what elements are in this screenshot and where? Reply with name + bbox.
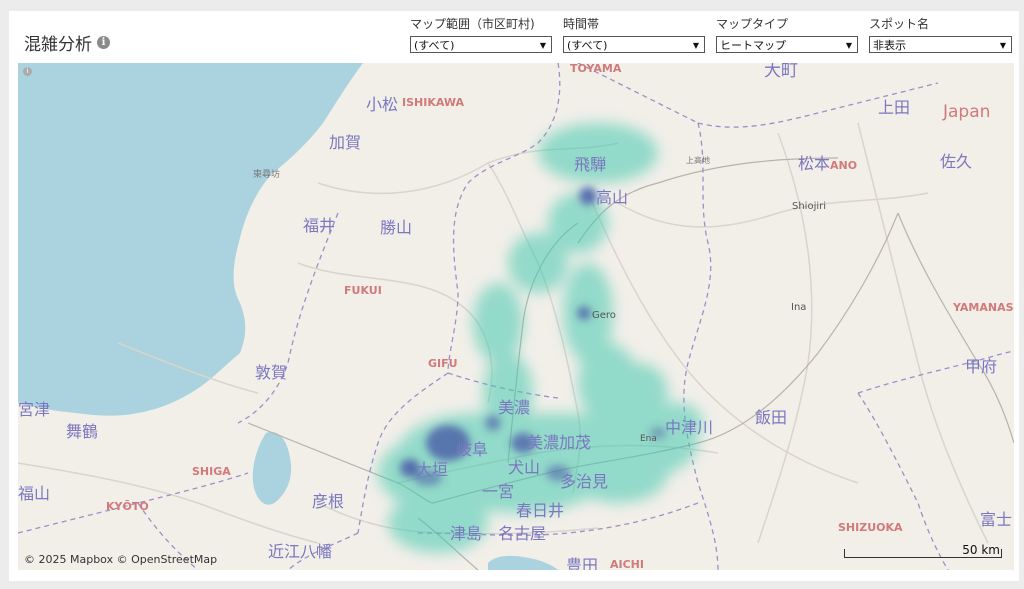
label-gifu: 岐阜 <box>456 440 488 459</box>
filter-label: マップ範囲（市区町村) <box>410 17 535 31</box>
label-gero: Gero <box>592 310 616 321</box>
label-komatsu: 小松 <box>366 95 398 114</box>
label-omachi: 大町 <box>764 63 798 81</box>
label-kofu: 甲府 <box>965 357 997 376</box>
chevron-down-icon: ▼ <box>845 41 852 50</box>
label-toyama-en: TOYAMA <box>570 63 622 75</box>
label-shiojiri: Shiojiri <box>792 201 826 212</box>
label-takayama: 高山 <box>596 188 628 207</box>
label-fukui: 福井 <box>303 216 335 235</box>
label-gifu-en: GIFU <box>428 357 458 370</box>
label-ina: Ina <box>791 302 806 313</box>
filter-map-type: マップタイプ ヒートマップ ▼ <box>716 16 858 53</box>
label-maizuru: 舞鶴 <box>66 422 98 441</box>
label-hida: 飛騨 <box>574 155 606 174</box>
label-fuji: 富士 <box>980 510 1012 529</box>
label-nano: ANO <box>830 159 857 172</box>
label-matsumoto: 松本 <box>798 154 830 173</box>
filter-spot-name: スポット名 非表示 ▼ <box>869 16 1012 53</box>
label-shiga-en: SHIGA <box>192 465 231 478</box>
label-japan: Japan <box>942 102 990 122</box>
filter-label: マップタイプ <box>716 17 789 31</box>
select-value: 非表示 <box>873 39 906 52</box>
map-attribution[interactable]: © 2025 Mapbox © OpenStreetMap <box>24 553 217 566</box>
label-fukui-en: FUKUI <box>344 284 382 297</box>
label-yamanashi-en: YAMANAS <box>952 301 1014 314</box>
label-toyota: 豊田 <box>566 556 598 570</box>
filter-label: 時間帯 <box>563 17 600 31</box>
map-canvas[interactable]: TOYAMA 大町 小松 ISHIKAWA 上田 Japan 加賀 飛騨 松本 … <box>18 63 1014 570</box>
spot-name-select[interactable]: 非表示 ▼ <box>869 36 1012 53</box>
label-omihachiman: 近江八幡 <box>268 542 332 561</box>
label-saku: 佐久 <box>940 152 972 171</box>
label-kaga: 加賀 <box>329 133 361 152</box>
label-iida: 飯田 <box>755 408 787 427</box>
scale-label: 50 km <box>962 543 1000 557</box>
label-ena: Ena <box>640 434 657 444</box>
label-minokamo: 美濃加茂 <box>527 433 591 452</box>
label-tsuruga: 敦賀 <box>255 363 287 382</box>
chevron-down-icon: ▼ <box>999 41 1006 50</box>
label-nakatsugawa: 中津川 <box>665 418 713 437</box>
filter-time-slot: 時間帯 (すべて) ▼ <box>563 16 705 53</box>
select-value: ヒートマップ <box>720 39 786 52</box>
map-info-icon[interactable]: i <box>23 67 32 76</box>
label-tojinbo: 東尋坊 <box>253 168 280 180</box>
select-value: (すべて) <box>414 39 455 52</box>
map-type-select[interactable]: ヒートマップ ▼ <box>716 36 858 53</box>
label-ishikawa-en: ISHIKAWA <box>402 96 464 109</box>
filter-label: スポット名 <box>869 17 930 31</box>
info-icon[interactable]: i <box>97 36 110 49</box>
map-range-select[interactable]: (すべて) ▼ <box>410 36 552 53</box>
label-miyazu: 宮津 <box>18 400 50 419</box>
label-fukuchiyama: 福山 <box>18 484 50 503</box>
label-nagoya: 名古屋 <box>498 524 546 543</box>
label-ueda: 上田 <box>878 98 910 117</box>
title-text: 混雑分析 <box>24 35 92 55</box>
label-kasugai: 春日井 <box>516 501 564 520</box>
chevron-down-icon: ▼ <box>539 41 546 50</box>
label-mino: 美濃 <box>498 398 530 417</box>
label-aichi-en: AICHI <box>610 558 644 570</box>
label-tajimi: 多治見 <box>560 472 608 491</box>
heatmap-map[interactable]: TOYAMA 大町 小松 ISHIKAWA 上田 Japan 加賀 飛騨 松本 … <box>18 63 1014 570</box>
label-shizuoka-en: SHIZUOKA <box>838 521 903 534</box>
label-hikone: 彦根 <box>312 492 344 511</box>
select-value: (すべて) <box>567 39 608 52</box>
label-kyoto-en: KYŌTO <box>106 500 149 513</box>
time-slot-select[interactable]: (すべて) ▼ <box>563 36 705 53</box>
label-ichinomiya: 一宮 <box>482 482 514 501</box>
chevron-down-icon: ▼ <box>692 41 699 50</box>
label-ogaki: 大垣 <box>416 460 448 479</box>
label-inuyama: 犬山 <box>508 458 540 477</box>
lake-biwa <box>252 432 292 505</box>
filter-map-range: マップ範囲（市区町村) (すべて) ▼ <box>410 16 552 53</box>
label-tsushima: 津島 <box>450 524 482 543</box>
label-katsuyama: 勝山 <box>380 218 412 237</box>
sea-of-japan <box>18 63 363 416</box>
page-title: 混雑分析 i <box>24 30 110 55</box>
label-kamikochi: 上高地 <box>686 155 710 165</box>
ise-bay <box>488 555 558 570</box>
